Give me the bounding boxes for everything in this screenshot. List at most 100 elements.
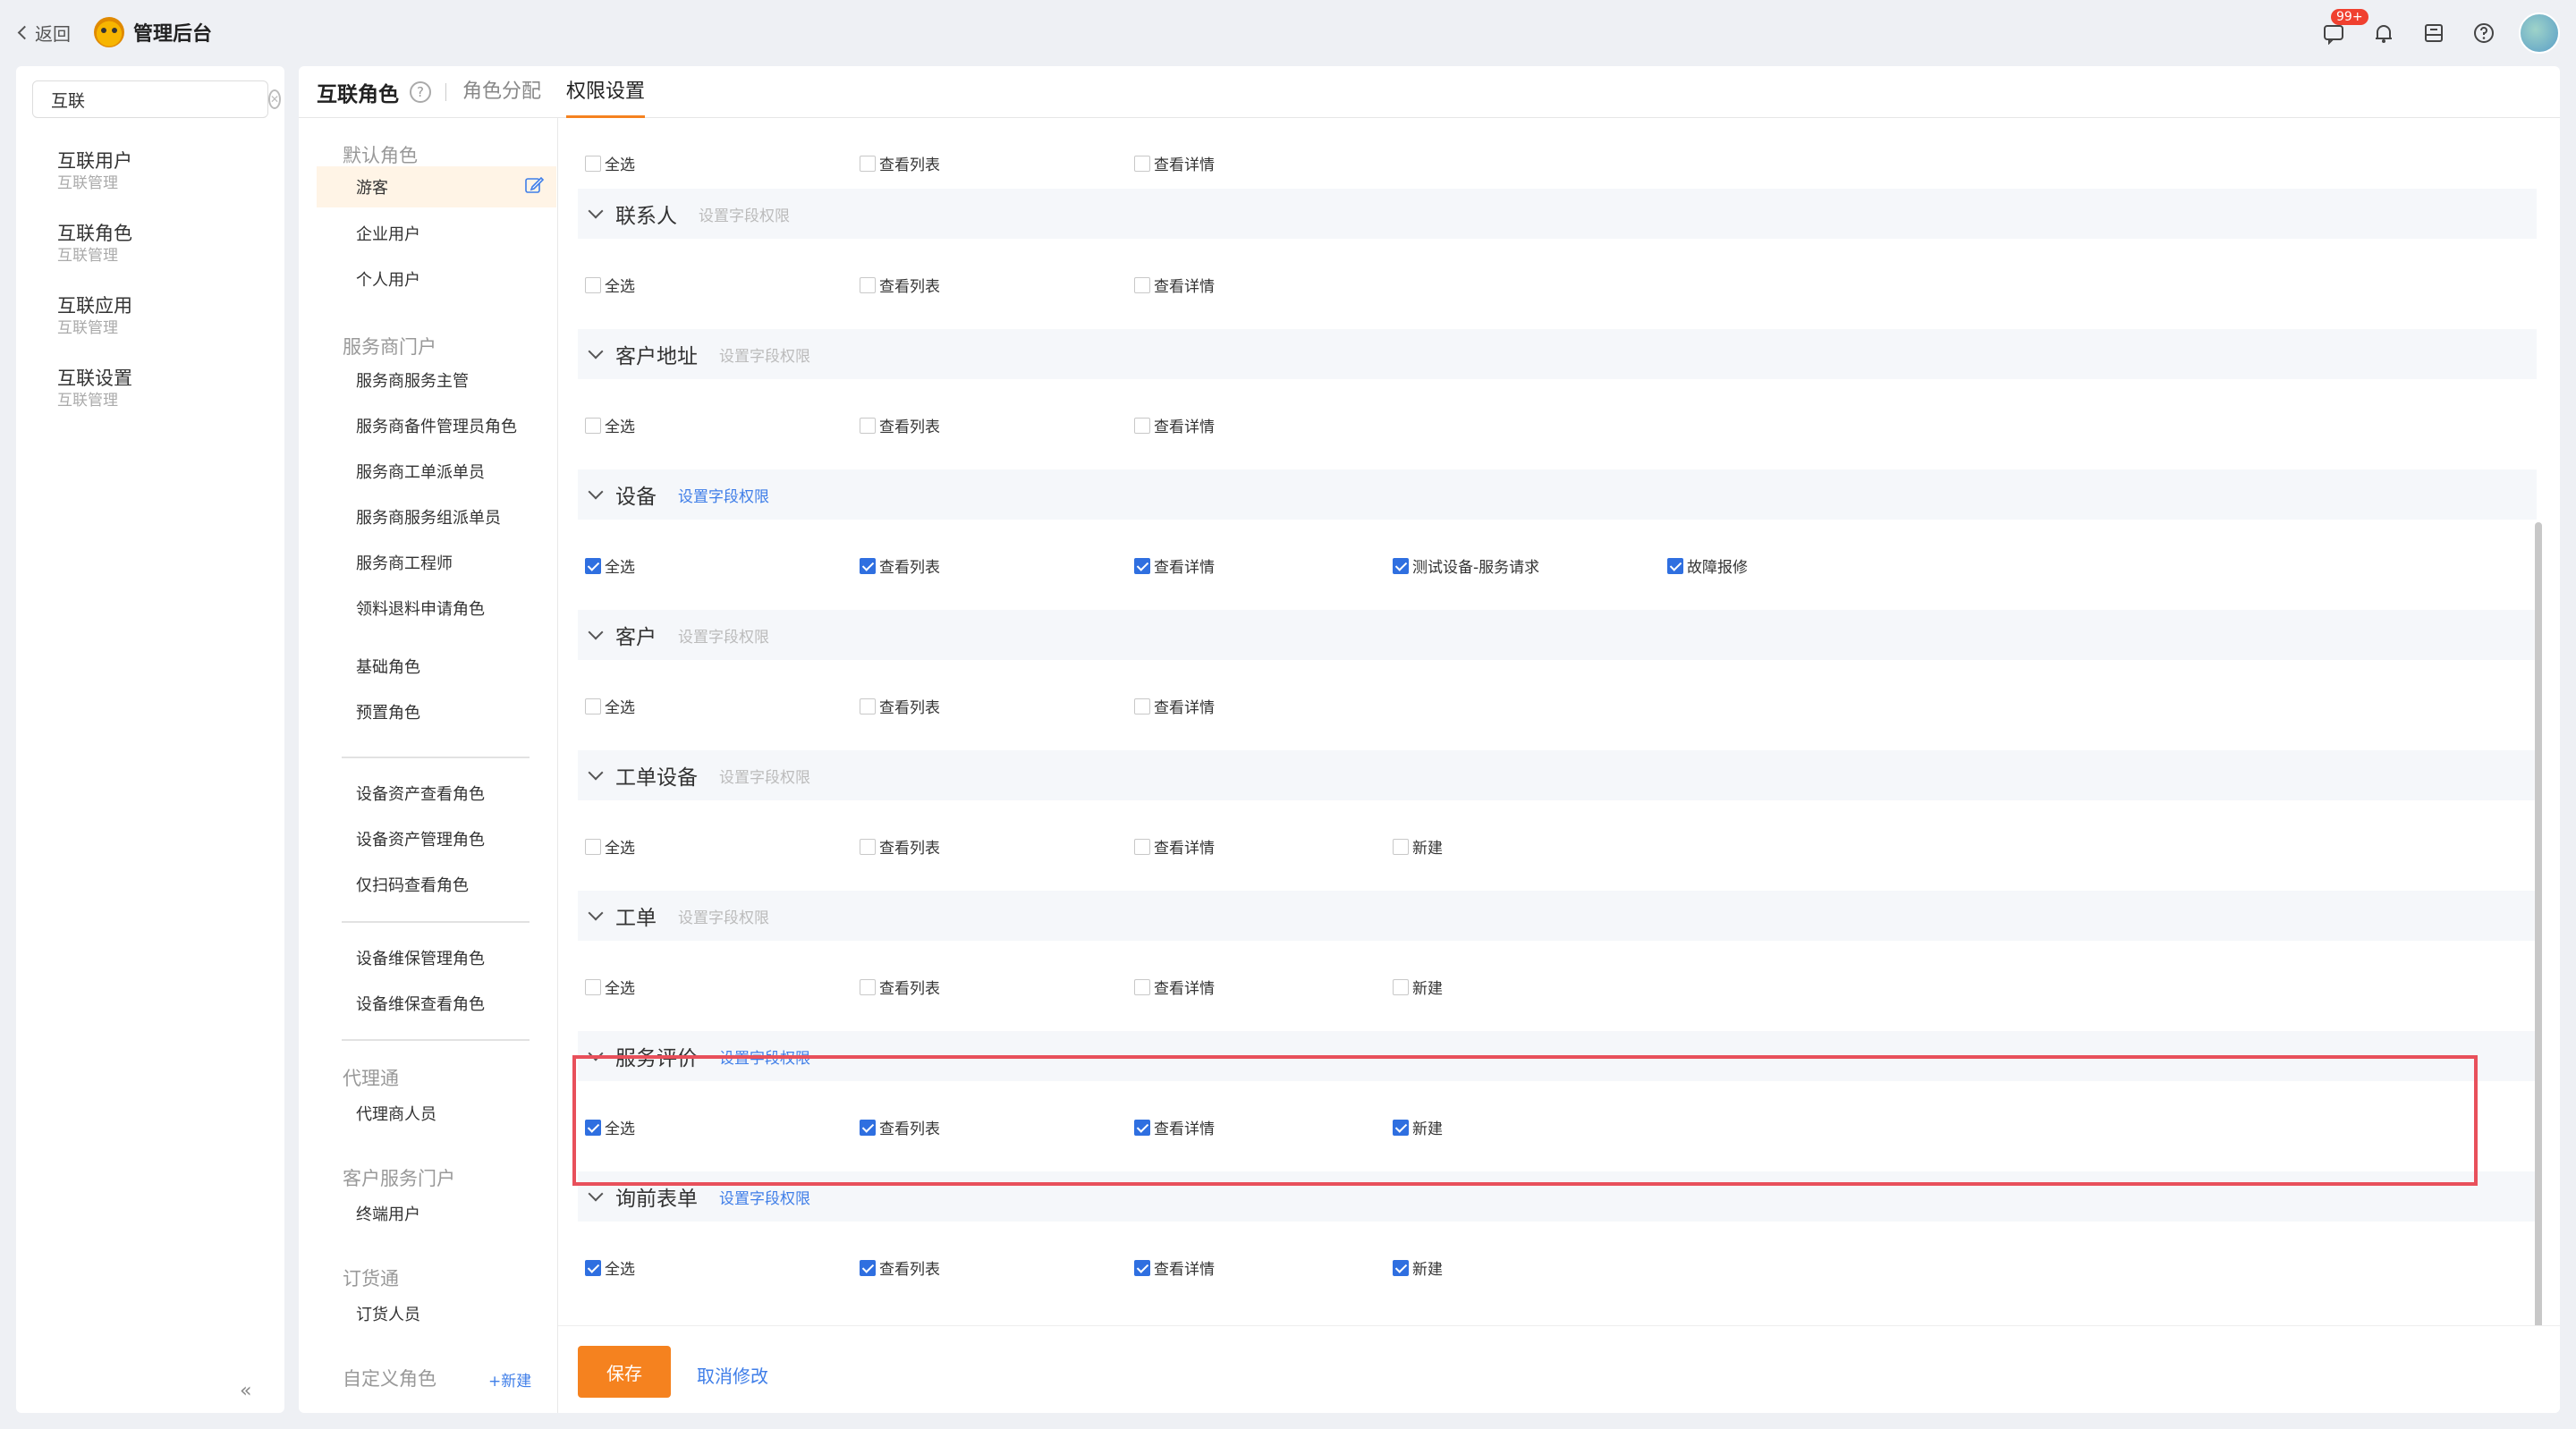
tab-role-assignment[interactable]: 角色分配 [462, 66, 541, 118]
role-item[interactable]: 预置角色 [356, 700, 420, 723]
message-button[interactable]: 99+ [2318, 9, 2368, 48]
scrollbar-thumb[interactable] [2535, 522, 2542, 1399]
role-item[interactable]: 代理商人员 [356, 1102, 436, 1125]
chevron-down-icon[interactable] [588, 1186, 604, 1202]
permission-checkbox[interactable]: 查看列表 [860, 152, 940, 174]
role-item[interactable]: 企业用户 [356, 222, 420, 245]
permission-checkbox[interactable]: 新建 [1393, 976, 1443, 998]
field-permission-link[interactable]: 设置字段权限 [678, 905, 769, 927]
field-permission-link[interactable]: 设置字段权限 [699, 203, 790, 225]
field-permission-link[interactable]: 设置字段权限 [678, 484, 769, 506]
permission-checkbox[interactable]: 测试设备-服务请求 [1393, 554, 1539, 577]
tab-permission-settings[interactable]: 权限设置 [566, 66, 646, 118]
permission-checkbox[interactable]: 查看详情 [1134, 274, 1215, 296]
permission-checkbox[interactable]: 新建 [1393, 1256, 1443, 1279]
role-item[interactable]: 服务商服务组派单员 [356, 505, 501, 528]
help-circle-icon[interactable]: ? [410, 80, 431, 103]
permission-checkbox[interactable]: 故障报修 [1667, 554, 1748, 577]
permission-checkbox[interactable]: 查看列表 [860, 274, 940, 296]
role-item[interactable]: 服务商服务主管 [356, 368, 469, 392]
chevron-down-icon[interactable] [588, 203, 604, 219]
permission-checkbox[interactable]: 查看列表 [860, 835, 940, 858]
permission-checkbox[interactable]: 全选 [585, 414, 635, 436]
checkbox-label: 全选 [605, 559, 635, 577]
permission-checkbox[interactable]: 全选 [585, 976, 635, 998]
role-item[interactable]: 基础角色 [356, 655, 420, 678]
collapse-sidebar-button[interactable]: « [240, 1380, 251, 1402]
field-permission-link[interactable]: 设置字段权限 [719, 343, 810, 366]
checkbox-unchecked-icon [860, 417, 876, 434]
chevron-down-icon[interactable] [588, 905, 604, 921]
permission-checkbox[interactable]: 查看列表 [860, 1116, 940, 1138]
checkbox-label: 全选 [605, 980, 635, 998]
sidebar-item-interconnect-apps[interactable]: 互联应用 互联管理 [57, 293, 132, 338]
role-item[interactable]: 服务商备件管理员角色 [356, 414, 517, 437]
sidebar-item-interconnect-users[interactable]: 互联用户 互联管理 [57, 148, 132, 193]
permission-checkbox[interactable]: 全选 [585, 152, 635, 174]
field-permission-link[interactable]: 设置字段权限 [719, 765, 810, 787]
new-role-button[interactable]: +新建 [488, 1368, 531, 1391]
inbox-button[interactable] [2419, 18, 2449, 48]
permission-checkbox[interactable]: 全选 [585, 835, 635, 858]
role-item[interactable]: 领料退料申请角色 [356, 596, 485, 620]
field-permission-link[interactable]: 设置字段权限 [719, 1045, 810, 1068]
bell-button[interactable] [2368, 18, 2399, 48]
permission-checkbox[interactable]: 全选 [585, 554, 635, 577]
permission-checkbox[interactable]: 查看详情 [1134, 152, 1215, 174]
permission-checkbox[interactable]: 新建 [1393, 1116, 1443, 1138]
user-avatar[interactable] [2519, 13, 2560, 54]
role-item[interactable]: 设备资产管理角色 [356, 827, 485, 850]
sidebar-item-label: 互联用户 [57, 150, 132, 172]
permission-checkbox[interactable]: 查看详情 [1134, 695, 1215, 717]
role-item[interactable]: 服务商工程师 [356, 551, 453, 574]
checkbox-unchecked-icon [1134, 838, 1150, 855]
field-permission-link[interactable]: 设置字段权限 [719, 1186, 810, 1208]
role-item[interactable]: 服务商工单派单员 [356, 460, 485, 483]
back-label: 返回 [35, 22, 71, 45]
role-item[interactable]: 终端用户 [356, 1202, 420, 1225]
sidebar-item-sub: 互联管理 [57, 247, 118, 265]
chevron-down-icon[interactable] [588, 484, 604, 500]
role-item[interactable]: 设备维保管理角色 [356, 946, 485, 969]
sidebar-item-interconnect-settings[interactable]: 互联设置 互联管理 [57, 366, 132, 410]
permission-checkbox[interactable]: 查看详情 [1134, 835, 1215, 858]
chevron-down-icon[interactable] [588, 343, 604, 359]
cancel-changes-link[interactable]: 取消修改 [697, 1362, 768, 1388]
permission-checkbox[interactable]: 查看详情 [1134, 976, 1215, 998]
permission-checkbox[interactable]: 查看列表 [860, 414, 940, 436]
role-item[interactable]: 仅扫码查看角色 [356, 873, 469, 896]
role-item[interactable]: 设备资产查看角色 [356, 782, 485, 805]
sidebar-item-interconnect-roles[interactable]: 互联角色 互联管理 [57, 221, 132, 266]
edit-icon[interactable] [524, 175, 544, 195]
chevron-down-icon[interactable] [588, 624, 604, 640]
role-item[interactable]: 个人用户 [356, 267, 420, 291]
permission-checkbox[interactable]: 查看详情 [1134, 554, 1215, 577]
permission-checkbox[interactable]: 查看详情 [1134, 1116, 1215, 1138]
app-title: 管理后台 [133, 23, 213, 46]
permission-checkbox[interactable]: 查看列表 [860, 554, 940, 577]
permission-checkbox[interactable]: 全选 [585, 274, 635, 296]
permission-checkbox[interactable]: 全选 [585, 1256, 635, 1279]
permission-checkbox[interactable]: 查看列表 [860, 1256, 940, 1279]
clear-search-icon[interactable]: ✕ [268, 89, 282, 109]
permission-checkbox[interactable]: 查看详情 [1134, 1256, 1215, 1279]
permission-checkbox[interactable]: 新建 [1393, 835, 1443, 858]
checkbox-label: 查看列表 [879, 699, 940, 717]
permission-checkbox[interactable]: 查看列表 [860, 976, 940, 998]
chevron-down-icon[interactable] [588, 765, 604, 781]
permission-checkbox[interactable]: 全选 [585, 1116, 635, 1138]
help-button[interactable] [2469, 18, 2499, 48]
search-input[interactable] [51, 89, 268, 109]
back-button[interactable]: 返回 [16, 20, 71, 46]
permission-checkbox[interactable]: 查看详情 [1134, 414, 1215, 436]
role-item-guest[interactable]: 游客 [356, 175, 388, 199]
field-permission-link[interactable]: 设置字段权限 [678, 624, 769, 647]
permission-checkbox[interactable]: 全选 [585, 695, 635, 717]
chevron-down-icon[interactable] [588, 1045, 604, 1061]
sidebar-item-sub: 互联管理 [57, 319, 118, 337]
role-item[interactable]: 设备维保查看角色 [356, 992, 485, 1015]
permission-section-header: 客户地址 设置字段权限 [578, 329, 2537, 379]
save-button[interactable]: 保存 [578, 1346, 671, 1398]
role-item[interactable]: 订货人员 [356, 1302, 420, 1325]
permission-checkbox[interactable]: 查看列表 [860, 695, 940, 717]
